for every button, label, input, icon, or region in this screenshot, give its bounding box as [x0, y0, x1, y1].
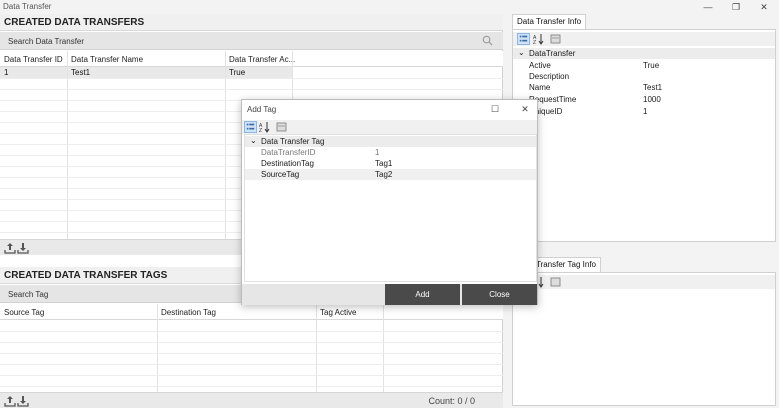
transfers-grid-header: Data Transfer ID Data Transfer Name Data… [0, 51, 503, 67]
transfer-search-box[interactable]: Search Data Transfer [0, 32, 503, 50]
property-row[interactable]: DestinationTag Tag1 [245, 158, 536, 169]
property-row[interactable]: UniqueID 1 [513, 106, 775, 117]
transfer-name-cell: Test1 [71, 68, 91, 77]
upload-icon[interactable] [4, 242, 16, 254]
dialog-property-grid: ⌄ Data Transfer Tag DataTransferID 1 Des… [244, 134, 537, 282]
property-row[interactable]: RequestTime 1000 [513, 94, 775, 105]
column-header-transfer-id[interactable]: Data Transfer ID [4, 55, 63, 64]
property-pages-icon[interactable] [275, 121, 288, 133]
property-pages-icon[interactable] [549, 33, 562, 45]
tag-search-input[interactable]: Search Tag [8, 290, 48, 299]
tags-grid-header: Source Tag Destination Tag Tag Active [0, 304, 503, 320]
property-row[interactable]: Description [513, 71, 775, 82]
window-title: Data Transfer [3, 2, 52, 11]
right-panel: Data Transfer Info A Z ⌄ DataTransfer Ac… [511, 14, 779, 408]
add-tag-dialog: Add Tag ☐ ✕ A Z ⌄ Data Transfer Tag Data… [241, 99, 538, 305]
transfer-id-cell: 1 [4, 68, 9, 77]
dialog-close-icon[interactable]: ✕ [518, 103, 532, 115]
transfers-section-title: CREATED DATA TRANSFERS [0, 14, 503, 31]
dialog-toolbar: A Z [242, 120, 537, 134]
column-header-tag-active[interactable]: Tag Active [320, 308, 356, 317]
categorized-icon[interactable] [244, 121, 257, 133]
chevron-down-icon[interactable]: ⌄ [518, 48, 525, 57]
download-icon[interactable] [17, 395, 29, 407]
property-row[interactable]: Active True [513, 60, 775, 71]
tag-property-toolbar [513, 275, 775, 289]
property-row[interactable]: Name Test1 [513, 82, 775, 93]
sort-alphabetical-icon[interactable]: A Z [532, 33, 545, 45]
svg-text:Z: Z [533, 40, 536, 45]
transfer-search-input[interactable]: Search Data Transfer [8, 37, 84, 46]
tab-data-transfer-info[interactable]: Data Transfer Info [512, 14, 587, 29]
chevron-down-icon[interactable]: ⌄ [250, 136, 257, 145]
table-row[interactable] [0, 67, 292, 78]
title-bar: Data Transfer — ❐ ✕ [0, 0, 779, 14]
column-header-transfer-name[interactable]: Data Transfer Name [71, 55, 143, 64]
restore-button[interactable]: ❐ [729, 1, 743, 13]
column-header-transfer-active[interactable]: Data Transfer Ac... [229, 55, 295, 64]
tags-footer: Count: 0 / 0 [0, 392, 503, 408]
download-icon[interactable] [17, 242, 29, 254]
tag-property-grid [512, 272, 776, 406]
property-pages-icon[interactable] [549, 276, 562, 288]
property-row[interactable]: SourceTag Tag2 [245, 169, 536, 180]
close-button[interactable]: ✕ [757, 1, 771, 13]
search-icon[interactable] [482, 35, 493, 46]
add-button[interactable]: Add [385, 284, 460, 305]
dialog-title: Add Tag [247, 105, 277, 114]
upload-icon[interactable] [4, 395, 16, 407]
tag-count: Count: 0 / 0 [428, 396, 475, 406]
dialog-maximize-button[interactable]: ☐ [488, 103, 502, 115]
category-row[interactable]: ⌄ Data Transfer Tag [245, 136, 536, 147]
close-dialog-button[interactable]: Close [462, 284, 537, 305]
sort-alphabetical-icon[interactable]: A Z [258, 121, 271, 133]
svg-text:Z: Z [259, 128, 262, 133]
property-row[interactable]: DataTransferID 1 [245, 147, 536, 158]
transfer-active-cell: True [229, 68, 246, 77]
minimize-button[interactable]: — [701, 1, 715, 13]
category-row[interactable]: ⌄ DataTransfer [513, 48, 775, 59]
column-header-source-tag[interactable]: Source Tag [4, 308, 44, 317]
property-toolbar: A Z [513, 32, 775, 46]
transfer-property-grid: A Z ⌄ DataTransfer Active True Descripti… [512, 29, 776, 242]
column-header-destination-tag[interactable]: Destination Tag [161, 308, 216, 317]
categorized-icon[interactable] [517, 33, 530, 45]
dialog-footer: Add Close [242, 284, 537, 305]
